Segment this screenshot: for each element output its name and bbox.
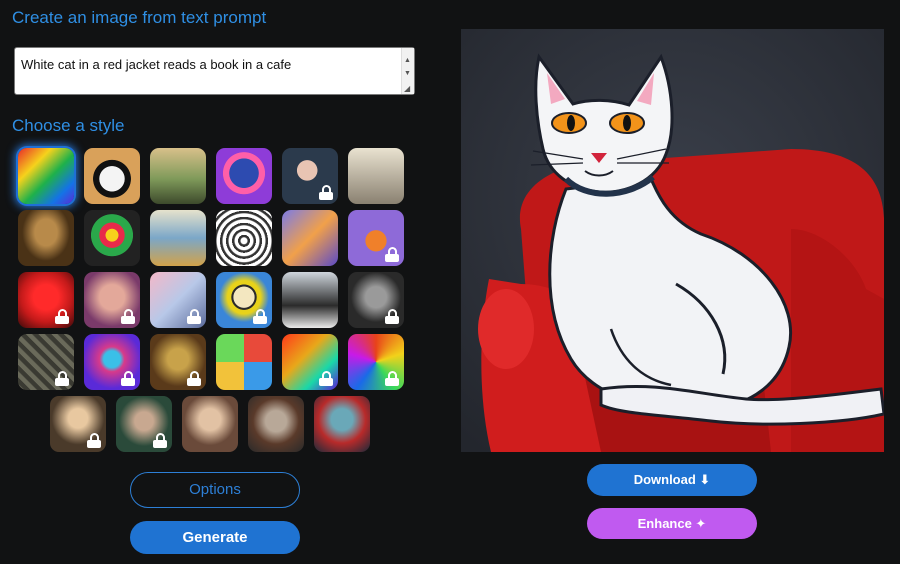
style-neon-dragon-tile[interactable]	[282, 334, 338, 390]
lock-icon	[187, 309, 201, 324]
style-section-title: Choose a style	[12, 116, 125, 135]
generate-button[interactable]: Generate	[130, 521, 300, 554]
lock-icon	[153, 433, 167, 448]
generated-image	[461, 29, 884, 452]
style-icon-grid-tile[interactable]	[216, 334, 272, 390]
lock-icon	[253, 309, 267, 324]
style-fantasy-elf-tile[interactable]	[314, 396, 370, 452]
prompt-input[interactable]	[15, 48, 401, 94]
lock-icon	[55, 309, 69, 324]
style-dark-sculpture-tile[interactable]	[348, 272, 404, 328]
style-vintage-photo-tile[interactable]	[348, 148, 404, 204]
scroll-down-icon[interactable]: ▼	[404, 70, 411, 77]
style-golden-painting-tile[interactable]	[150, 334, 206, 390]
style-forest-portrait-tile[interactable]	[116, 396, 172, 452]
download-button[interactable]: Download ⬇	[587, 464, 757, 496]
page-title: Create an image from text prompt	[12, 8, 267, 27]
lock-icon	[385, 247, 399, 262]
prompt-field[interactable]: ▲ ▼ ◢	[14, 47, 415, 95]
options-button[interactable]: Options	[130, 472, 300, 508]
style-panda-tile[interactable]	[84, 148, 140, 204]
style-portrait-woman-tile[interactable]	[282, 148, 338, 204]
style-classic-portrait-tile[interactable]	[182, 396, 238, 452]
enhance-button[interactable]: Enhance ✦	[587, 508, 757, 539]
resize-grip-icon[interactable]: ◢	[404, 85, 410, 93]
lock-icon	[385, 309, 399, 324]
style-abstract-colorful-tile[interactable]	[18, 148, 74, 204]
lock-icon	[187, 371, 201, 386]
style-flowers-tile[interactable]	[84, 210, 140, 266]
style-landscape-painting-tile[interactable]	[150, 148, 206, 204]
style-blur-portrait-tile[interactable]	[84, 272, 140, 328]
lock-icon	[121, 371, 135, 386]
style-sketch-cup-tile[interactable]	[216, 210, 272, 266]
style-fox-lowpoly-tile[interactable]	[348, 210, 404, 266]
style-renaissance-tile[interactable]	[18, 210, 74, 266]
style-pastel-tile[interactable]	[150, 272, 206, 328]
textarea-scrollbar[interactable]: ▲ ▼ ◢	[401, 48, 414, 94]
style-ballet-dancers-tile[interactable]	[150, 210, 206, 266]
style-red-face-tile[interactable]	[18, 272, 74, 328]
style-pop-art-tile[interactable]	[216, 272, 272, 328]
lock-icon	[121, 309, 135, 324]
lock-icon	[385, 371, 399, 386]
style-isometric-tile[interactable]	[282, 210, 338, 266]
style-steampunk-tile[interactable]	[248, 396, 304, 452]
lock-icon	[87, 433, 101, 448]
style-stone-mosaic-tile[interactable]	[18, 334, 74, 390]
style-psychedelic-tile[interactable]	[348, 334, 404, 390]
style-architecture-tile[interactable]	[282, 272, 338, 328]
lock-icon	[55, 371, 69, 386]
lock-icon	[319, 185, 333, 200]
style-robot-tile[interactable]	[216, 148, 272, 204]
scroll-up-icon[interactable]: ▲	[404, 57, 411, 64]
lock-icon	[319, 371, 333, 386]
style-colorful-portrait-tile[interactable]	[84, 334, 140, 390]
style-fantasy-warrior-tile[interactable]	[50, 396, 106, 452]
